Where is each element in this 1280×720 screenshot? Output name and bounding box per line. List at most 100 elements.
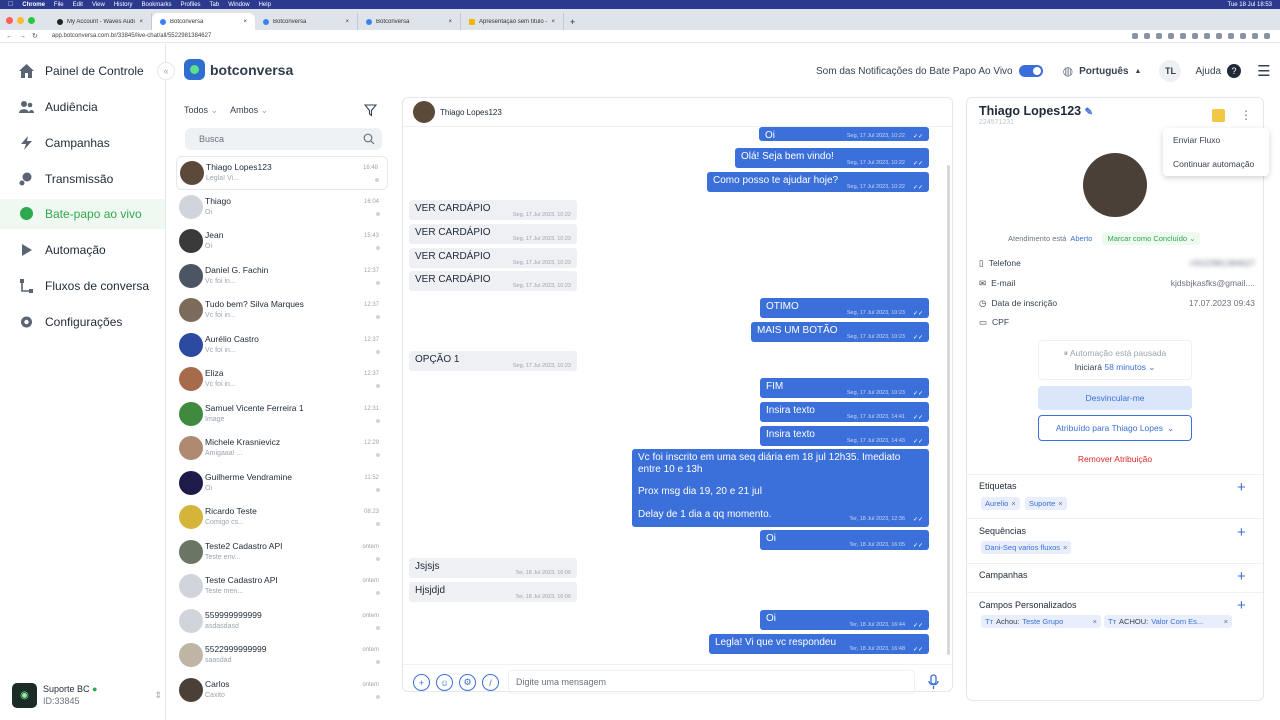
chat-scrollbar[interactable] [947,165,950,655]
sidebar-item-automacao[interactable]: Automação [0,235,165,265]
extension-icon[interactable] [1252,33,1258,39]
close-tab-icon[interactable]: × [345,19,349,25]
menu-window[interactable]: Window [228,2,249,8]
emoji-icon[interactable]: ☺ [436,674,453,691]
contact-avatar[interactable] [413,101,435,123]
hamburger-menu-icon[interactable]: ☰ [1257,62,1270,80]
assigned-select[interactable]: Atribuído para Thiago Lopes ⌄ [1038,415,1192,441]
menu-history[interactable]: History [114,2,133,8]
notes-icon[interactable] [1212,109,1225,122]
mark-done-button[interactable]: Marcar como Concluído ⌄ [1102,232,1201,245]
sidebar-item-bate-papo[interactable]: Bate-papo ao vivo [0,199,165,229]
brand-logo[interactable]: botconversa [184,59,293,80]
extension-icon[interactable] [1204,33,1210,39]
browser-tab-active[interactable]: Botconversa × [152,13,255,30]
extension-icon[interactable] [1192,33,1198,39]
edit-pencil-icon[interactable]: ✎ [1085,107,1093,118]
extension-icon[interactable] [1228,33,1234,39]
conversation-item[interactable]: Guilherme Vendramine Oi 11:52 [176,467,388,501]
custom-field-value[interactable]: Valor Com Es... [1151,617,1203,626]
extension-icon[interactable] [1156,33,1162,39]
forward-icon[interactable]: → [19,33,26,40]
close-tab-icon[interactable]: × [243,19,247,25]
help-link[interactable]: Ajuda [1195,66,1221,77]
conversation-item[interactable]: Carlos Caxito ontem [176,674,388,708]
menu-help[interactable]: Help [259,2,271,8]
sidebar-item-fluxos[interactable]: Fluxos de conversa [0,271,165,301]
conversation-item[interactable]: Michele Krasnievicz Amigaaa! ... 12:29 [176,432,388,466]
extension-icon[interactable] [1144,33,1150,39]
menu-profiles[interactable]: Profiles [181,2,201,8]
add-attachment-icon[interactable]: + [413,674,430,691]
remove-sequence-icon[interactable]: × [1063,543,1067,552]
extension-icon[interactable] [1240,33,1246,39]
close-tab-icon[interactable]: × [448,19,452,25]
sidebar-item-audiencia[interactable]: Audiência [0,92,165,122]
extension-icon[interactable] [1132,33,1138,39]
menu-view[interactable]: View [92,2,105,8]
minimize-window-button[interactable] [17,16,24,24]
conversation-item[interactable]: Thiago Oi 16:04 [176,191,388,225]
conversation-item[interactable]: Samuel Vicente Ferreira 1 Image 12:31 [176,398,388,432]
close-window-button[interactable] [6,16,13,24]
reload-icon[interactable]: ↻ [32,32,38,40]
conversation-item[interactable]: Teste2 Cadastro API Teste env... ontem [176,536,388,570]
close-tab-icon[interactable]: × [139,19,143,25]
help-icon[interactable]: ? [1227,64,1242,78]
notifications-toggle[interactable] [1018,65,1043,77]
new-tab-button[interactable]: + [564,13,581,30]
conversation-item[interactable]: 5522999999999 saasdad ontem [176,639,388,673]
field-value[interactable]: kjdsbjkasfks@gmail.... [1171,278,1255,288]
message-input[interactable]: Digite uma mensagem [508,670,915,694]
account-switcher[interactable]: ◉ Suporte BC ● ID:33845 ⇕ [12,680,162,710]
search-input[interactable]: Busca [185,128,382,150]
menu-tab[interactable]: Tab [210,2,220,8]
conversation-item[interactable]: Ricardo Teste Comigo cs... 08:23 [176,501,388,535]
conversation-item[interactable]: 559999999999 asdasdasd ontem [176,605,388,639]
browser-tab[interactable]: Apresentação sem título - Apr...× [461,13,564,30]
extension-icon[interactable] [1168,33,1174,39]
remove-field-icon[interactable]: × [1093,617,1097,626]
browser-tab[interactable]: My Account - Waves Audio × [49,13,152,30]
menu-file[interactable]: File [54,2,64,8]
conversation-item[interactable]: Jean Oi 15:43 [176,225,388,259]
url-field[interactable]: app.botconversa.com.br/33845/live-chat/a… [52,31,211,41]
funnel-icon[interactable] [364,104,377,117]
extension-icon[interactable] [1216,33,1222,39]
add-tag-icon[interactable]: + [1237,480,1246,495]
sidebar-item-campanhas[interactable]: Campanhas [0,128,165,158]
menu-edit[interactable]: Edit [73,2,83,8]
custom-field-value[interactable]: Teste Grupo [1022,617,1063,626]
collapse-sidebar-button[interactable]: « [157,62,175,80]
remove-tag-icon[interactable]: × [1011,499,1015,508]
sidebar-item-configuracoes[interactable]: Configurações [0,307,165,337]
close-tab-icon[interactable]: × [551,19,555,25]
language-select[interactable]: Português [1079,66,1128,77]
add-sequence-icon[interactable]: + [1237,525,1246,540]
conversation-item[interactable]: Daniel G. Fachin Vc foi in... 12:37 [176,260,388,294]
conversation-item[interactable]: Teste Cadastro API Teste men... ontem [176,570,388,604]
starts-in-value[interactable]: 58 minutos [1104,362,1146,372]
menu-bookmarks[interactable]: Bookmarks [142,2,172,8]
app-menu[interactable]: Chrome [22,2,45,8]
remove-field-icon[interactable]: × [1224,617,1228,626]
back-icon[interactable]: ← [6,33,13,40]
more-options-icon[interactable]: ⋮ [1240,108,1252,122]
conversation-item[interactable]: Aurélio Castro Vc foi in... 12:37 [176,329,388,363]
extension-icon[interactable] [1264,33,1270,39]
filter-status-select[interactable]: Todos ⌄ [184,105,218,116]
conversation-item[interactable]: Eliza Vc foi in... 12:37 [176,363,388,397]
menu-item-enviar-fluxo[interactable]: Enviar Fluxo [1163,128,1269,152]
extension-icon[interactable] [1180,33,1186,39]
field-value[interactable]: +5522981384627 [1189,258,1255,268]
conversation-item[interactable]: Thiago Lopes123 Legla! Vi... 16:48 [176,156,388,190]
search-icon[interactable] [363,133,375,145]
sidebar-item-painel[interactable]: Painel de Controle [0,56,165,86]
browser-tab[interactable]: Botconversa × [255,13,358,30]
remove-tag-icon[interactable]: × [1058,499,1062,508]
remove-assignment-link[interactable]: Remover Atribuição [1038,452,1192,466]
user-avatar[interactable]: TL [1159,60,1182,82]
chevron-updown-icon[interactable]: ⇕ [154,690,162,701]
microphone-icon[interactable] [927,674,940,690]
flow-send-icon[interactable]: ⚙ [459,674,476,691]
